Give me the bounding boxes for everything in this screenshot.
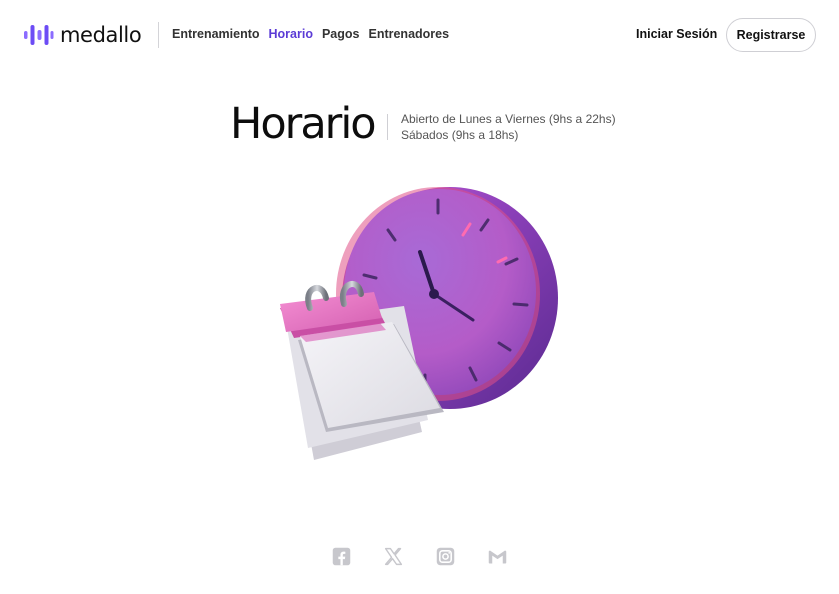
brand-name: medallo: [60, 23, 142, 47]
brand-logo[interactable]: medallo: [23, 20, 142, 50]
nav-link-horario[interactable]: Horario: [269, 27, 313, 41]
top-navigation: medallo Entrenamiento Horario Pagos Entr…: [0, 0, 839, 70]
hours-weekdays: Abierto de Lunes a Viernes (9hs a 22hs): [401, 112, 616, 126]
schedule-illustration: [280, 187, 558, 460]
login-link[interactable]: Iniciar Sesión: [636, 27, 717, 41]
instagram-icon[interactable]: [435, 546, 456, 567]
facebook-icon[interactable]: [331, 546, 352, 567]
nav-divider: [158, 22, 159, 48]
equalizer-bars-icon: [24, 25, 54, 45]
title-divider: [387, 114, 388, 140]
nav-link-entrenadores[interactable]: Entrenadores: [368, 27, 449, 41]
x-icon[interactable]: [383, 546, 404, 567]
nav-link-entrenamiento[interactable]: Entrenamiento: [172, 27, 260, 41]
social-links: [331, 546, 508, 567]
nav-link-pagos[interactable]: Pagos: [322, 27, 360, 41]
page-title: Horario: [230, 99, 377, 149]
register-button[interactable]: Registrarse: [726, 18, 816, 52]
hours-saturday: Sábados (9hs a 18hs): [401, 128, 519, 142]
main-menu: Entrenamiento Horario Pagos Entrenadores: [172, 27, 449, 41]
opening-hours: Abierto de Lunes a Viernes (9hs a 22hs) …: [401, 111, 616, 143]
gmail-icon[interactable]: [487, 546, 508, 567]
